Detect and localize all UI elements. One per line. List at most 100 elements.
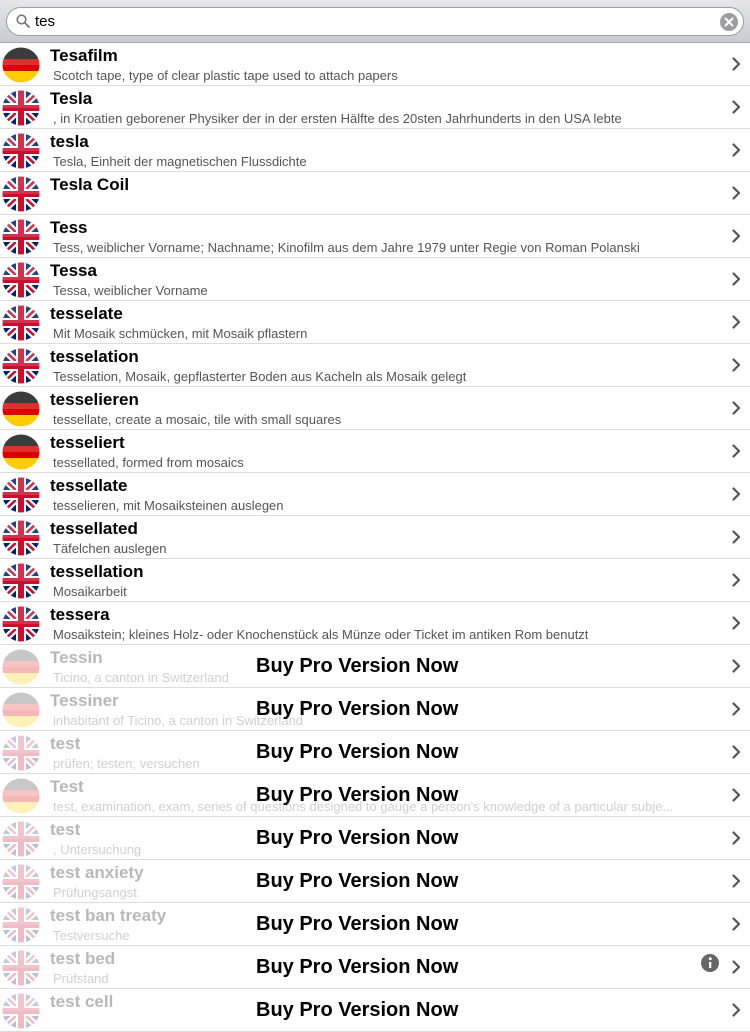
chevron-right-icon: [732, 358, 741, 372]
list-item[interactable]: Tess Tess, weiblicher Vorname; Nachname; …: [0, 215, 750, 258]
uk-flag-icon: [2, 563, 40, 599]
list-item[interactable]: tessellated Täfelchen auslegen: [0, 516, 750, 559]
entry-definition: tesselieren, mit Mosaiksteinen auslegen: [53, 498, 284, 513]
entry-word: tesselate: [50, 304, 123, 323]
chevron-right-icon: [732, 229, 741, 243]
list-item[interactable]: Tesafilm Scotch tape, type of clear plast…: [0, 43, 750, 86]
list-item[interactable]: tesselieren tessellate, create a mosaic, …: [0, 387, 750, 430]
entry-definition: Tesselation, Mosaik, gepflasterter Boden…: [53, 369, 467, 384]
chevron-right-icon: [732, 831, 741, 845]
uk-flag-icon: [2, 520, 40, 556]
list-item[interactable]: tessera Mosaikstein; kleines Holz- oder K…: [0, 602, 750, 645]
entry-definition: Prüfungsangst: [53, 885, 137, 900]
list-item[interactable]: Tessiner inhabitant of Ticino, a canton i…: [0, 688, 750, 731]
chevron-right-icon: [732, 788, 741, 802]
buy-pro-button[interactable]: Buy Pro Version Now: [256, 999, 458, 1022]
entry-definition: Mit Mosaik schmücken, mit Mosaik pflaste…: [53, 326, 308, 341]
search-field[interactable]: [6, 7, 744, 36]
entry-word: tesseliert: [50, 433, 125, 452]
list-item[interactable]: tesselate Mit Mosaik schmücken, mit Mosai…: [0, 301, 750, 344]
list-item[interactable]: test bed Prüfstand Buy Pro Version Now: [0, 946, 750, 989]
entry-word: Tessiner: [50, 691, 119, 710]
entry-word: tessellation: [50, 562, 144, 581]
entry-definition: tessellate, create a mosaic, tile with s…: [53, 412, 342, 427]
german-flag-icon: [2, 649, 40, 685]
chevron-right-icon: [732, 1003, 741, 1017]
list-item[interactable]: test ban treaty Testversuche Buy Pro Versi…: [0, 903, 750, 946]
list-item[interactable]: Tessin Ticino, a canton in Switzerland Buy…: [0, 645, 750, 688]
buy-pro-button[interactable]: Buy Pro Version Now: [256, 784, 458, 807]
list-item[interactable]: tessellate tesselieren, mit Mosaiksteinen…: [0, 473, 750, 516]
search-icon: [16, 14, 30, 28]
chevron-right-icon: [732, 917, 741, 931]
list-item[interactable]: tesseliert tessellated, formed from mosai…: [0, 430, 750, 473]
uk-flag-icon: [2, 477, 40, 513]
uk-flag-icon: [2, 219, 40, 255]
uk-flag-icon: [2, 133, 40, 169]
chevron-right-icon: [732, 272, 741, 286]
german-flag-icon: [2, 778, 40, 814]
entry-word: Tessa: [50, 261, 97, 280]
list-item[interactable]: Tesla Coil: [0, 172, 750, 215]
list-item[interactable]: Test test, examination, exam, series of q…: [0, 774, 750, 817]
entry-definition: Prüfstand: [53, 971, 109, 986]
uk-flag-icon: [2, 864, 40, 900]
uk-flag-icon: [2, 305, 40, 341]
list-item[interactable]: test anxiety Prüfungsangst Buy Pro Version…: [0, 860, 750, 903]
entry-word: Tesafilm: [50, 46, 118, 65]
entry-word: tesselation: [50, 347, 139, 366]
entry-definition: Testversuche: [53, 928, 130, 943]
search-bar: [0, 0, 750, 43]
uk-flag-icon: [2, 90, 40, 126]
chevron-right-icon: [732, 57, 741, 71]
entry-word: test cell: [50, 992, 114, 1011]
chevron-right-icon: [732, 874, 741, 888]
entry-word: test anxiety: [50, 863, 144, 882]
entry-definition: Tess, weiblicher Vorname; Nachname; Kino…: [53, 240, 640, 255]
list-item[interactable]: tesselation Tesselation, Mosaik, gepflast…: [0, 344, 750, 387]
entry-definition: Ticino, a canton in Switzerland: [53, 670, 229, 685]
list-item[interactable]: Tesla , in Kroatien geborener Physiker de…: [0, 86, 750, 129]
chevron-right-icon: [732, 530, 741, 544]
uk-flag-icon: [2, 907, 40, 943]
entry-definition: Täfelchen auslegen: [53, 541, 167, 556]
clear-search-icon[interactable]: [720, 13, 738, 31]
list-item[interactable]: test , Untersuchung Buy Pro Version Now: [0, 817, 750, 860]
list-item[interactable]: test prüfen; testen; versuchen Buy Pro Ver…: [0, 731, 750, 774]
buy-pro-button[interactable]: Buy Pro Version Now: [256, 741, 458, 764]
entry-definition: tessellated, formed from mosaics: [53, 455, 244, 470]
buy-pro-button[interactable]: Buy Pro Version Now: [256, 913, 458, 936]
list-item[interactable]: Tessa Tessa, weiblicher Vorname: [0, 258, 750, 301]
chevron-right-icon: [732, 401, 741, 415]
entry-word: tesla: [50, 132, 89, 151]
german-flag-icon: [2, 391, 40, 427]
buy-pro-button[interactable]: Buy Pro Version Now: [256, 956, 458, 979]
entry-definition: prüfen; testen; versuchen: [53, 756, 200, 771]
chevron-right-icon: [732, 702, 741, 716]
german-flag-icon: [2, 47, 40, 83]
buy-pro-button[interactable]: Buy Pro Version Now: [256, 827, 458, 850]
entry-definition: Mosaikarbeit: [53, 584, 127, 599]
chevron-right-icon: [732, 616, 741, 630]
entry-word: Tesla: [50, 89, 93, 108]
entry-word: Tessin: [50, 648, 103, 667]
info-icon[interactable]: [701, 954, 719, 972]
entry-word: tessera: [50, 605, 110, 624]
entry-word: Tess: [50, 218, 88, 237]
buy-pro-button[interactable]: Buy Pro Version Now: [256, 698, 458, 721]
buy-pro-button[interactable]: Buy Pro Version Now: [256, 655, 458, 678]
entry-definition: Scotch tape, type of clear plastic tape …: [53, 68, 398, 83]
entry-definition: , Untersuchung: [53, 842, 142, 857]
list-item[interactable]: test cell Buy Pro Version Now: [0, 989, 750, 1032]
entry-definition: Tesla, Einheit der magnetischen Flussdic…: [53, 154, 307, 169]
list-item[interactable]: tesla Tesla, Einheit der magnetischen Flu…: [0, 129, 750, 172]
list-item[interactable]: tessellation Mosaikarbeit: [0, 559, 750, 602]
entry-word: test: [50, 820, 81, 839]
buy-pro-button[interactable]: Buy Pro Version Now: [256, 870, 458, 893]
search-input[interactable]: [35, 11, 715, 32]
german-flag-icon: [2, 434, 40, 470]
uk-flag-icon: [2, 176, 40, 212]
chevron-right-icon: [732, 100, 741, 114]
chevron-right-icon: [732, 659, 741, 673]
chevron-right-icon: [732, 315, 741, 329]
